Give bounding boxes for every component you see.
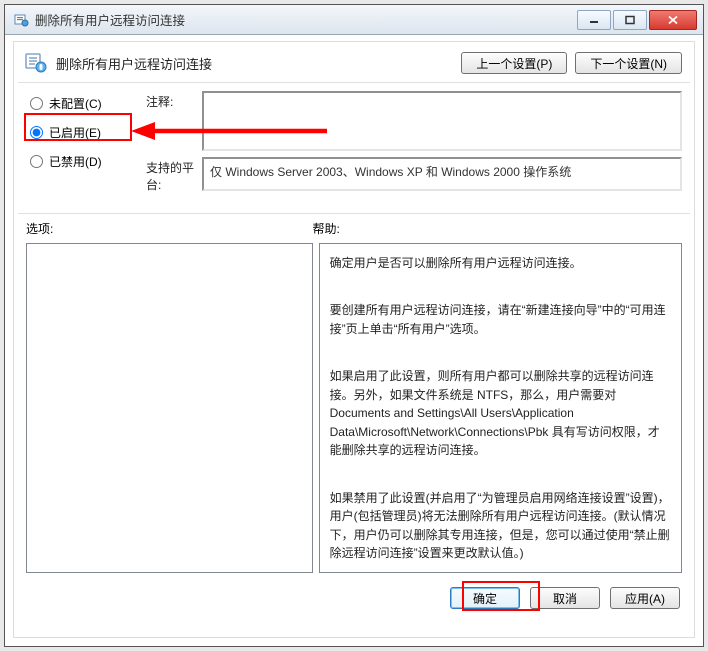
radio-not-configured-input[interactable] xyxy=(30,97,43,110)
divider xyxy=(18,213,690,214)
comment-label: 注释: xyxy=(146,91,202,151)
platform-label: 支持的平台: xyxy=(146,157,202,193)
radio-disabled-input[interactable] xyxy=(30,155,43,168)
radio-enabled-label: 已启用(E) xyxy=(49,124,101,141)
maximize-button[interactable] xyxy=(613,10,647,30)
radio-enabled-input[interactable] xyxy=(30,126,43,139)
help-pane: 确定用户是否可以删除所有用户远程访问连接。 要创建所有用户远程访问连接，请在“新… xyxy=(319,243,682,573)
apply-button[interactable]: 应用(A) xyxy=(610,587,680,609)
policy-icon xyxy=(24,52,48,74)
help-paragraph: 要创建所有用户远程访问连接，请在“新建连接向导”中的“可用连接”页上单击“所有用… xyxy=(330,301,671,338)
window-title: 删除所有用户远程访问连接 xyxy=(35,10,575,29)
help-paragraph: 如果启用了此设置，则所有用户都可以删除共享的远程访问连接。另外，如果文件系统是 … xyxy=(330,367,671,460)
help-paragraph: 如果禁用了此设置(并启用了“为管理员启用网络连接设置”设置)，用户(包括管理员)… xyxy=(330,489,671,563)
close-button[interactable] xyxy=(649,10,697,30)
next-setting-button[interactable]: 下一个设置(N) xyxy=(575,52,682,74)
radio-not-configured-label: 未配置(C) xyxy=(49,95,102,112)
policy-app-icon xyxy=(13,12,29,28)
help-section-label: 帮助: xyxy=(312,220,682,237)
radio-enabled[interactable]: 已启用(E) xyxy=(30,124,132,141)
radio-disabled[interactable]: 已禁用(D) xyxy=(30,153,132,170)
comment-textarea[interactable] xyxy=(202,91,682,151)
help-paragraph: 确定用户是否可以删除所有用户远程访问连接。 xyxy=(330,254,671,273)
radio-not-configured[interactable]: 未配置(C) xyxy=(30,95,132,112)
cancel-button[interactable]: 取消 xyxy=(530,587,600,609)
titlebar: 删除所有用户远程访问连接 xyxy=(5,5,703,35)
options-pane xyxy=(26,243,313,573)
radio-disabled-label: 已禁用(D) xyxy=(49,153,102,170)
ok-button[interactable]: 确定 xyxy=(450,587,520,609)
state-radio-group: 未配置(C) 已启用(E) 已禁用(D) xyxy=(30,91,132,199)
policy-title: 删除所有用户远程访问连接 xyxy=(56,54,461,73)
supported-platform-box: 仅 Windows Server 2003、Windows XP 和 Windo… xyxy=(202,157,682,191)
previous-setting-button[interactable]: 上一个设置(P) xyxy=(461,52,567,74)
options-section-label: 选项: xyxy=(26,220,312,237)
divider xyxy=(18,82,690,83)
minimize-button[interactable] xyxy=(577,10,611,30)
